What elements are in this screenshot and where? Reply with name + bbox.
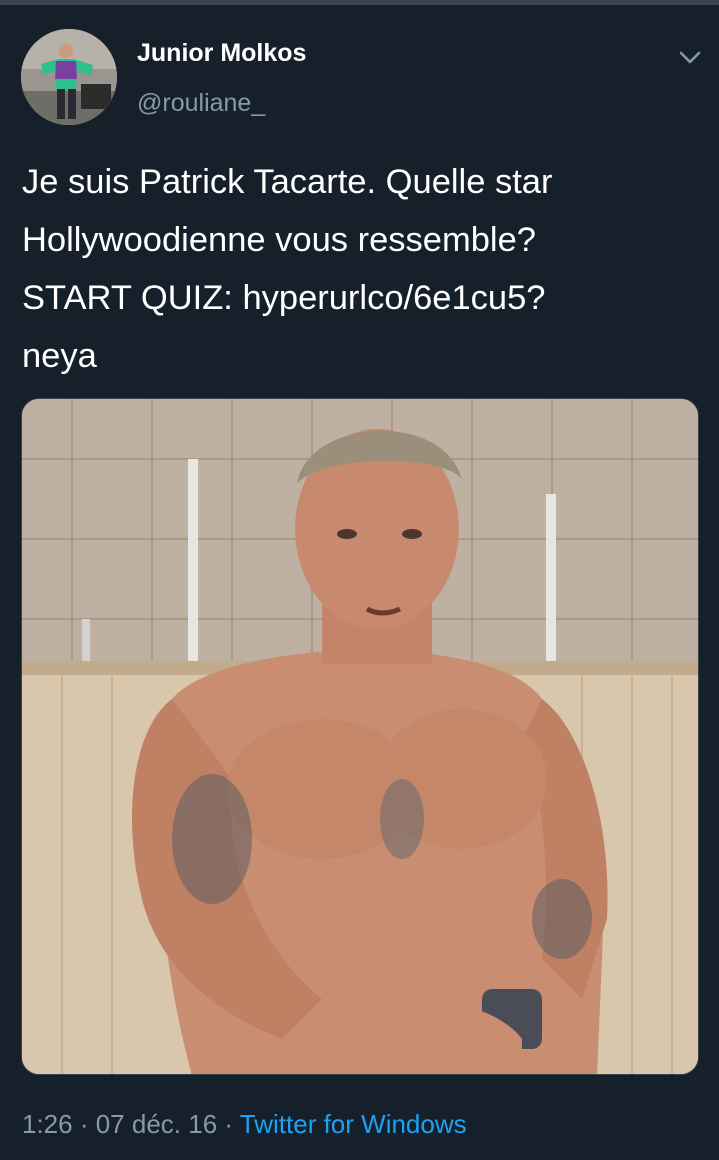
meta-separator: · [217,1109,240,1139]
author-handle[interactable]: @rouliane_ [137,87,265,119]
tweet-source-link[interactable]: Twitter for Windows [240,1109,467,1139]
tweet-date[interactable]: 07 déc. 16 [96,1109,217,1139]
avatar[interactable] [21,29,117,125]
tweet-text: Je suis Patrick Tacarte. Quelle star Hol… [22,163,553,375]
author-name[interactable]: Junior Molkos [137,37,306,69]
tweet-time[interactable]: 1:26 [22,1109,73,1139]
tweet-photo[interactable] [21,398,699,1075]
tweet: Junior Molkos @rouliane_ Je suis Patrick… [0,5,719,1160]
photo-illustration [22,399,698,1074]
avatar-photo [21,29,117,125]
chevron-down-icon[interactable] [674,41,706,73]
meta-separator: · [72,1109,96,1139]
tweet-metadata: 1:26 · 07 déc. 16 · Twitter for Windows [22,1107,467,1141]
